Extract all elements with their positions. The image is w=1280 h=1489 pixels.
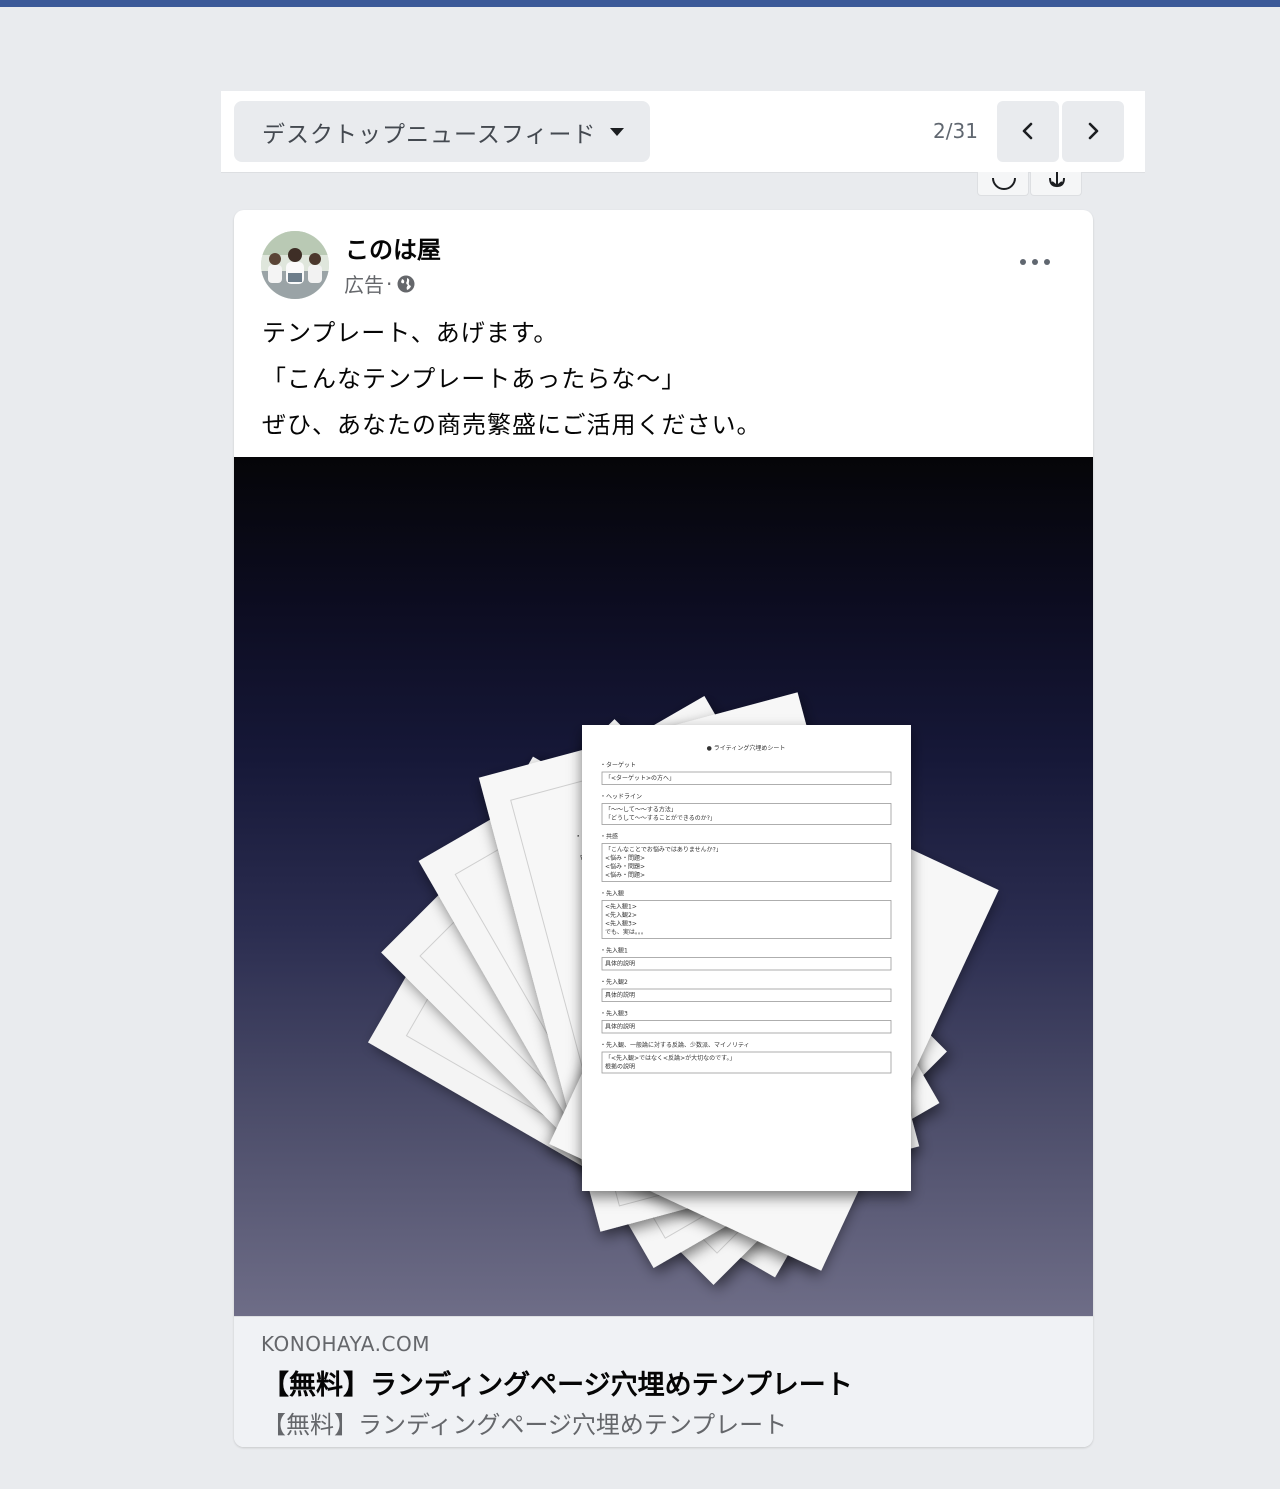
sheet-line: <先入観2> (605, 911, 637, 919)
page-name[interactable]: このは屋 (345, 230, 441, 265)
sheet-line: <悩み・問題> (605, 854, 645, 862)
link-preview[interactable]: KONOHAYA.COM 【無料】ランディングページ穴埋めテンプレート 【無料】… (234, 1316, 1093, 1447)
link-title: 【無料】ランディングページ穴埋めテンプレート (262, 1370, 853, 1401)
more-dot (1044, 259, 1050, 265)
link-domain: KONOHAYA.COM (261, 1332, 430, 1356)
post-text: テンプレート、あげます。 「こんなテンプレートあったらな〜」 ぜひ、あなたの商売… (262, 310, 1062, 448)
sheet-section-label: ・共感 (600, 833, 618, 841)
top-bar (0, 0, 1280, 7)
preview-tool-button[interactable] (1030, 172, 1082, 196)
sheet-title: ● ライティング穴埋めシート (707, 744, 786, 752)
previous-preview-button[interactable] (997, 101, 1059, 162)
sheet-section-label: ・先入観3 (600, 1010, 628, 1018)
sheet-line: 「どうして〜〜することができるのか?」 (605, 814, 716, 822)
caret-down-icon (610, 128, 624, 136)
sheet-line: <先入観1> (605, 903, 637, 911)
post-meta: 広告 · (344, 269, 416, 298)
sheet-section-label: ・先入観1 (600, 947, 628, 955)
sheet-line: 具体的説明 (605, 960, 635, 968)
sheet-line: 「<ターゲット>の方へ」 (605, 774, 675, 782)
share-icon (1049, 172, 1065, 188)
sheet-section-label: ・先入観2 (600, 978, 628, 986)
preview-tool-button[interactable] (977, 172, 1029, 196)
link-description: 【無料】ランディングページ穴埋めテンプレート (262, 1411, 788, 1439)
chevron-right-icon (1088, 122, 1099, 140)
globe-icon (397, 275, 415, 292)
placement-label: デスクトップニュースフィード (262, 121, 597, 148)
sponsored-label: 広告 (344, 273, 384, 297)
sheet-line: 「こんなことでお悩みではありませんか?」 (605, 846, 722, 854)
more-options-button[interactable] (1014, 246, 1056, 276)
sheet-line: 根拠の説明 (605, 1063, 635, 1071)
sheet-section-label: ・先入観 (600, 890, 624, 898)
placement-dropdown[interactable]: デスクトップニュースフィード (234, 101, 650, 162)
page-avatar[interactable] (261, 231, 329, 299)
sheet-line: 「〜〜して〜〜する方法」 (605, 806, 677, 814)
front-sheet: ● ライティング穴埋めシート・ターゲット「<ターゲット>の方へ」・ヘッドライン「… (582, 725, 911, 1191)
chevron-left-icon (1022, 122, 1033, 140)
sheet-line: <先入観3> (605, 920, 637, 928)
next-preview-button[interactable] (1062, 101, 1124, 162)
meta-separator: · (386, 271, 393, 296)
sheet-line: 具体的説明 (605, 1023, 635, 1031)
post-text-line: ぜひ、あなたの商売繁盛にご活用ください。 (262, 411, 762, 439)
ad-post-card: このは屋 広告 · テンプレート、あげます。 「こんなテンプレートあったらな〜」… (234, 210, 1093, 1447)
post-text-line: テンプレート、あげます。 (262, 319, 559, 347)
sheet-line: でも、実は。。。 (605, 928, 647, 936)
template-sheets-illustration: 自信を持っなぜ今回ごあなたのくの・保証 ・商品を開発する理「なぜ今回ご商品これま… (367, 692, 999, 1285)
sheet-section-label: ・ターゲット (600, 761, 636, 769)
post-text-line: 「こんなテンプレートあったらな〜」 (262, 365, 687, 393)
preview-counter: 2/31 (933, 119, 978, 143)
sheet-line: <悩み・問題> (605, 863, 645, 871)
more-dot (1032, 259, 1038, 265)
sheet-section-label: ・先入観、一般論に対する反論、少数派、マイノリティ (600, 1041, 750, 1049)
more-dot (1020, 259, 1026, 265)
ad-creative-image[interactable]: 自信を持っなぜ今回ごあなたのくの・保証 ・商品を開発する理「なぜ今回ご商品これま… (234, 457, 1093, 1316)
circle-icon (992, 177, 1016, 190)
sheet-line: 具体的説明 (605, 991, 635, 999)
sheet-line: <悩み・問題> (605, 871, 645, 879)
ad-preview-toolbar: デスクトップニュースフィード 2/31 (221, 91, 1145, 173)
sheet-section-label: ・ヘッドライン (600, 794, 642, 801)
sheet-line: 「<先入観>ではなく<反論>が大切なのです。」 (605, 1054, 736, 1062)
